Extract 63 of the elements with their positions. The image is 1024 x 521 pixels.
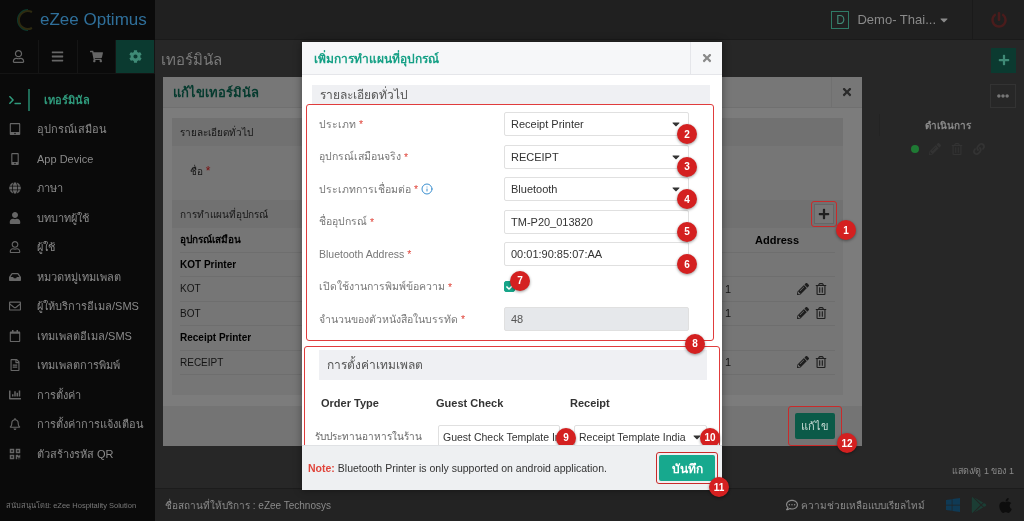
column-header: ดำเนินการ: [879, 114, 1016, 136]
column-header: Order Type: [321, 396, 380, 409]
sidebar-item[interactable]: การตั้งค่าการแจ้งเตือน: [0, 409, 155, 439]
table-cell: KOT: [180, 283, 201, 295]
sidebar-item[interactable]: App Device: [0, 144, 155, 174]
account-initial: D: [831, 10, 850, 29]
group-title: Receipt Printer: [180, 332, 252, 344]
sidebar-item[interactable]: การตั้งค่า: [0, 380, 155, 410]
sidebar-item[interactable]: เทอร์มินัล: [0, 85, 155, 115]
account-menu[interactable]: Demo- Thai...: [857, 12, 950, 27]
edit-button[interactable]: แก้ไข: [795, 413, 835, 439]
table-cell: BOT: [180, 307, 201, 319]
sidebar-item[interactable]: ผู้ให้บริการอีเมล/SMS: [0, 291, 155, 321]
section-title: การทำแผนที่อุปกรณ์: [180, 206, 268, 222]
step-badge: 8: [685, 333, 705, 354]
section-title: รายละเอียดทั่วไป: [312, 85, 710, 104]
sidebar-item[interactable]: อุปกรณ์เสมือน: [0, 114, 155, 144]
location-text: ชื่อสถานที่ให้บริการ : eZee Technosys: [165, 497, 331, 513]
field-label: ชื่ออุปกรณ์ *: [319, 213, 376, 230]
field-label: อุปกรณ์เสมือนจริง *: [319, 149, 410, 165]
field-label: Bluetooth Address *: [319, 248, 413, 261]
help-link[interactable]: ความช่วยเหลือแบบเรียลไทม์: [786, 497, 925, 513]
step-badge: 4: [677, 189, 697, 209]
sidebar-item[interactable]: เทมเพลตการพิมพ์: [0, 350, 155, 380]
field-label: ประเภทการเชื่อมต่อ *: [319, 180, 504, 198]
table-cell: RECEIPT: [180, 356, 224, 368]
step-badge: 7: [510, 270, 530, 291]
column-header: Address: [755, 233, 801, 246]
field-label: เปิดใช้งานการพิมพ์ข้อความ *: [319, 279, 454, 295]
field-label: จำนวนของตัวหนังสือในบรรทัด *: [319, 311, 467, 328]
field-label: ประเภท *: [319, 116, 365, 133]
note-label: Note:: [308, 462, 335, 474]
sidebar-item[interactable]: หมวดหมู่เทมเพลต: [0, 262, 155, 292]
step-badge: 2: [677, 124, 697, 144]
step-badge: 12: [837, 433, 857, 453]
dialog-title: แก้ไขเทอร์มินัล: [173, 83, 259, 102]
step-badge: 3: [677, 156, 697, 177]
step-badge: 6: [677, 254, 697, 274]
table-cell-text: 1: [725, 282, 733, 295]
column-header: Receipt: [570, 396, 611, 409]
note-text: Bluetooth Printer is only supported on android application.: [337, 462, 607, 474]
sidebar-item[interactable]: ภาษา: [0, 173, 155, 203]
field-label: ชื่อ *: [190, 166, 211, 177]
sidebar-item[interactable]: ตัวสร้างรหัส QR: [0, 439, 155, 469]
step-badge: 1: [836, 220, 856, 240]
column-header: อุปกรณ์เสมือน: [180, 233, 241, 248]
brand-name: eZee Optimus: [40, 10, 147, 30]
pagination-text: แสดง/ดู 1 ของ 1: [952, 465, 1014, 478]
section-title: การตั้งค่าเทมเพลต: [319, 349, 707, 380]
sidebar-item[interactable]: เทมเพลตอีเมล/SMS: [0, 321, 155, 351]
table-cell-text: 1: [725, 307, 733, 320]
step-badge: 10: [700, 427, 720, 445]
table-cell-text: 1: [725, 356, 733, 369]
page-title: เทอร์มินัล: [161, 50, 222, 70]
order-type-label: รับประทานอาหารในร้าน: [315, 430, 423, 444]
sidebar-item[interactable]: ผู้ใช้: [0, 232, 155, 262]
step-badge: 9: [556, 427, 576, 445]
group-title: KOT Printer: [180, 258, 237, 270]
sidebar-item[interactable]: บทบาทผู้ใช้: [0, 203, 155, 233]
dialog-title: เพิ่มการทำแผนที่อุปกรณ์: [314, 49, 439, 68]
step-badge: 5: [677, 221, 697, 242]
section-title: รายละเอียดทั่วไป: [180, 124, 253, 140]
column-header: Guest Check: [436, 396, 505, 409]
